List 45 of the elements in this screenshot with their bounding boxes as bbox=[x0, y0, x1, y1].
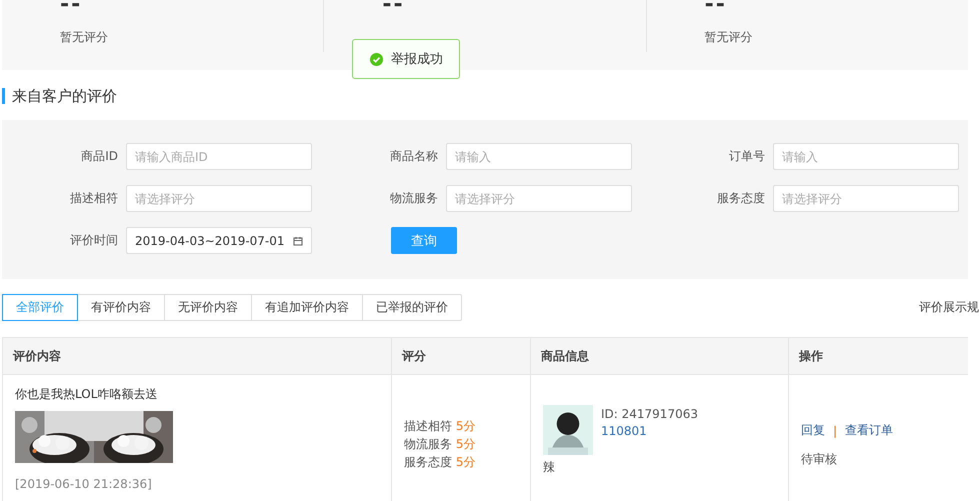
field-label: 描述相符 bbox=[69, 190, 118, 207]
rating-line: 描述相符 5分 bbox=[404, 418, 476, 435]
status-text: 待审核 bbox=[801, 451, 838, 468]
stat-value: -- bbox=[382, 0, 406, 16]
success-icon bbox=[370, 52, 383, 66]
comment-text: 你也是我热LOL咋咯额去送 bbox=[15, 386, 158, 403]
section-title: 来自客户的评价 bbox=[2, 88, 968, 104]
action-link[interactable]: 回复 bbox=[801, 422, 825, 439]
field-label: 商品名称 bbox=[389, 148, 438, 165]
product-id: ID: 2417917063 bbox=[601, 407, 698, 421]
input-field[interactable]: 请输入商品ID bbox=[126, 143, 312, 170]
date-field[interactable]: 2019-04-03~2019-07-01 bbox=[126, 227, 312, 254]
select-field[interactable]: 请选择评分 bbox=[446, 185, 632, 212]
filter-tab[interactable]: 已举报的评价 bbox=[362, 295, 461, 320]
stat-label: 暂无评分 bbox=[60, 29, 109, 46]
toast-text: 举报成功 bbox=[391, 51, 443, 68]
rules-link[interactable]: 评价展示规 bbox=[919, 299, 979, 316]
input-field[interactable]: 请输入 bbox=[773, 143, 959, 170]
calendar-icon bbox=[293, 236, 303, 246]
product-link[interactable]: 110801 bbox=[601, 424, 698, 438]
select-field[interactable]: 请选择评分 bbox=[773, 185, 959, 212]
field-label: 商品ID bbox=[80, 148, 118, 165]
timestamp: [2019-06-10 21:28:36] bbox=[15, 477, 153, 491]
product-name: 辣 bbox=[543, 459, 556, 476]
column-header: 评价内容 bbox=[12, 348, 62, 365]
field-label: 服务态度 bbox=[716, 190, 765, 207]
stat-value: -- bbox=[60, 0, 84, 16]
column-header: 操作 bbox=[788, 338, 968, 374]
filter-tab[interactable]: 有追加评价内容 bbox=[251, 295, 362, 320]
rating-line: 物流服务 5分 bbox=[404, 436, 476, 453]
avatar-icon bbox=[543, 405, 593, 455]
filter-tab[interactable]: 无评价内容 bbox=[164, 295, 251, 320]
stat-label: 暂无评分 bbox=[704, 29, 754, 46]
action-link[interactable]: 查看订单 bbox=[845, 422, 894, 439]
select-field[interactable]: 请选择评分 bbox=[126, 185, 312, 212]
separator: | bbox=[833, 424, 838, 438]
field-label: 订单号 bbox=[728, 148, 765, 165]
rating-line: 服务态度 5分 bbox=[404, 454, 476, 471]
input-field[interactable]: 请输入 bbox=[446, 143, 632, 170]
column-header: 商品信息 bbox=[530, 338, 788, 374]
stat-value: -- bbox=[704, 0, 728, 16]
field-label: 物流服务 bbox=[389, 190, 438, 207]
column-header: 评分 bbox=[391, 338, 530, 374]
filter-tab[interactable]: 有评价内容 bbox=[77, 295, 164, 320]
field-label: 评价时间 bbox=[69, 232, 118, 249]
